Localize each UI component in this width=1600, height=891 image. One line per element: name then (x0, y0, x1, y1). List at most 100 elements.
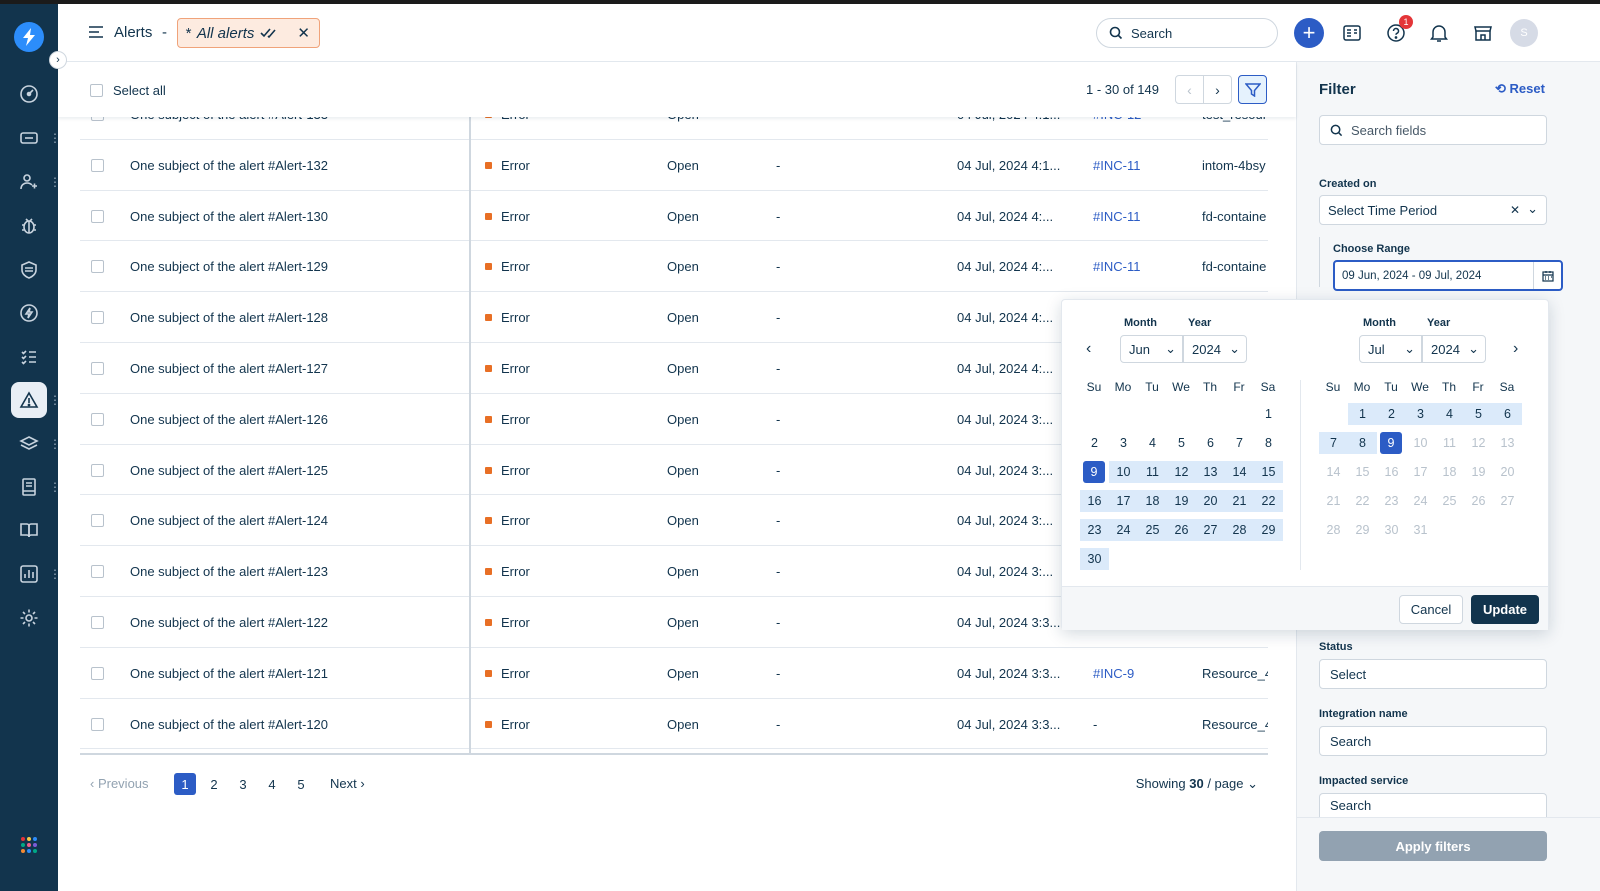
calendar-day[interactable]: 8 (1348, 432, 1377, 454)
alert-incident-link[interactable]: #INC-9 (1093, 666, 1134, 681)
calendar-day[interactable]: 2 (1377, 403, 1406, 425)
calendar-day[interactable]: 14 (1319, 461, 1348, 483)
row-checkbox[interactable] (91, 158, 104, 172)
alert-incident-link[interactable]: #INC-11 (1093, 209, 1140, 224)
calendar-day[interactable]: 10 (1406, 432, 1435, 454)
calendar-day[interactable]: 28 (1225, 519, 1254, 541)
global-search-input[interactable]: Search (1096, 18, 1278, 48)
integration-name-input[interactable]: Search (1319, 726, 1547, 756)
calendar-day[interactable]: 19 (1167, 490, 1196, 512)
calendar-day[interactable]: 16 (1377, 461, 1406, 483)
book-icon[interactable] (11, 512, 47, 548)
calendar-icon[interactable] (1533, 262, 1561, 289)
calendar-day[interactable]: 18 (1138, 490, 1167, 512)
calendar-day[interactable]: 17 (1109, 490, 1138, 512)
calendar-day[interactable]: 16 (1080, 490, 1109, 512)
reset-filters-link[interactable]: ⟲ Reset (1495, 81, 1545, 97)
calendar-day[interactable]: 12 (1167, 461, 1196, 483)
calendar-day[interactable]: 29 (1348, 519, 1377, 541)
status-select[interactable]: Select (1319, 659, 1547, 689)
previous-month-icon[interactable]: ‹ (1086, 340, 1091, 358)
calendar-day[interactable]: 7 (1225, 432, 1254, 454)
calendar-day[interactable]: 11 (1435, 432, 1464, 454)
settings-gear-icon[interactable] (11, 600, 47, 636)
calendar-day[interactable]: 15 (1254, 461, 1283, 483)
column-divider[interactable] (469, 117, 471, 754)
calendar-day[interactable]: 6 (1196, 432, 1225, 454)
select-all-checkbox[interactable] (90, 84, 103, 97)
table-row[interactable]: One subject of the alert #Alert-121 Error… (80, 648, 1268, 699)
calendar-day[interactable]: 22 (1254, 490, 1283, 512)
calendar-day[interactable]: 24 (1109, 519, 1138, 541)
row-checkbox[interactable] (91, 717, 104, 731)
update-button[interactable]: Update (1471, 595, 1539, 624)
filter-toggle-button[interactable] (1238, 75, 1267, 104)
calendar-day[interactable]: 14 (1225, 461, 1254, 483)
phone-directory-icon[interactable] (1337, 18, 1367, 48)
row-checkbox[interactable] (91, 514, 104, 528)
checklist-icon[interactable] (11, 339, 47, 375)
time-period-select[interactable]: Select Time Period ✕ ⌄ (1319, 195, 1547, 225)
calendar-day[interactable]: 10 (1109, 461, 1138, 483)
calendar-day[interactable]: 5 (1167, 432, 1196, 454)
alert-incident-link[interactable]: #INC-11 (1093, 259, 1140, 274)
table-row[interactable]: One subject of the alert #Alert-120 Error… (80, 699, 1268, 750)
menu-icon[interactable] (88, 25, 104, 42)
calendar-day[interactable]: 23 (1377, 490, 1406, 512)
table-row[interactable]: One subject of the alert #Alert-130 Error… (80, 191, 1268, 242)
help-icon[interactable]: 1 (1381, 15, 1413, 48)
next-month-icon[interactable]: › (1513, 340, 1518, 358)
filter-search-input[interactable]: Search fields (1319, 115, 1547, 145)
contacts-icon[interactable] (11, 164, 47, 200)
apps-grid-icon[interactable] (20, 836, 38, 857)
create-new-button[interactable]: + (1294, 18, 1324, 48)
page-2-button[interactable]: 2 (203, 773, 225, 795)
collapse-nav-button[interactable]: › (49, 51, 67, 69)
calendar-day[interactable]: 11 (1138, 461, 1167, 483)
marketplace-icon[interactable] (1468, 18, 1498, 48)
calendar-day[interactable]: 20 (1196, 490, 1225, 512)
calendar-day[interactable]: 27 (1493, 490, 1522, 512)
row-checkbox[interactable] (91, 311, 104, 325)
calendar-day[interactable]: 23 (1080, 519, 1109, 541)
row-checkbox[interactable] (91, 666, 104, 680)
calendar-day[interactable]: 29 (1254, 519, 1283, 541)
calendar-day[interactable]: 4 (1435, 403, 1464, 425)
cancel-button[interactable]: Cancel (1399, 595, 1463, 624)
tickets-icon[interactable] (11, 120, 47, 156)
calendar-day[interactable]: 26 (1167, 519, 1196, 541)
previous-page-link[interactable]: ‹ Previous (90, 776, 149, 791)
left-year-select[interactable]: 2024 ⌄ (1183, 335, 1247, 363)
calendar-day[interactable]: 21 (1225, 490, 1254, 512)
calendar-day[interactable]: 25 (1435, 490, 1464, 512)
calendar-day[interactable]: 9 (1083, 461, 1105, 483)
calendar-day[interactable]: 8 (1254, 432, 1283, 454)
impacted-service-input[interactable]: Search (1319, 793, 1547, 817)
calendar-day[interactable]: 9 (1380, 432, 1402, 454)
calendar-day[interactable]: 1 (1348, 403, 1377, 425)
calendar-day[interactable]: 31 (1406, 519, 1435, 541)
app-logo-icon[interactable] (14, 22, 44, 52)
calendar-day[interactable]: 13 (1493, 432, 1522, 454)
alerts-icon[interactable] (11, 382, 47, 418)
calendar-day[interactable]: 4 (1138, 432, 1167, 454)
left-month-select[interactable]: Jun ⌄ (1120, 335, 1183, 363)
shield-icon[interactable] (11, 252, 47, 288)
dashboard-icon[interactable] (11, 76, 47, 112)
calendar-day[interactable]: 30 (1377, 519, 1406, 541)
row-checkbox[interactable] (91, 209, 104, 223)
calendar-day[interactable]: 2 (1080, 432, 1109, 454)
row-checkbox[interactable] (91, 615, 104, 629)
calendar-day[interactable]: 18 (1435, 461, 1464, 483)
calendar-day[interactable]: 25 (1138, 519, 1167, 541)
right-month-select[interactable]: Jul ⌄ (1359, 335, 1422, 363)
date-range-input[interactable]: 09 Jun, 2024 - 09 Jul, 2024 (1333, 260, 1563, 291)
calendar-day[interactable]: 21 (1319, 490, 1348, 512)
calendar-day[interactable]: 12 (1464, 432, 1493, 454)
calendar-day[interactable]: 22 (1348, 490, 1377, 512)
row-checkbox[interactable] (91, 412, 104, 426)
calendar-day[interactable]: 27 (1196, 519, 1225, 541)
calendar-day[interactable]: 26 (1464, 490, 1493, 512)
page-5-button[interactable]: 5 (290, 773, 312, 795)
calendar-day[interactable]: 17 (1406, 461, 1435, 483)
